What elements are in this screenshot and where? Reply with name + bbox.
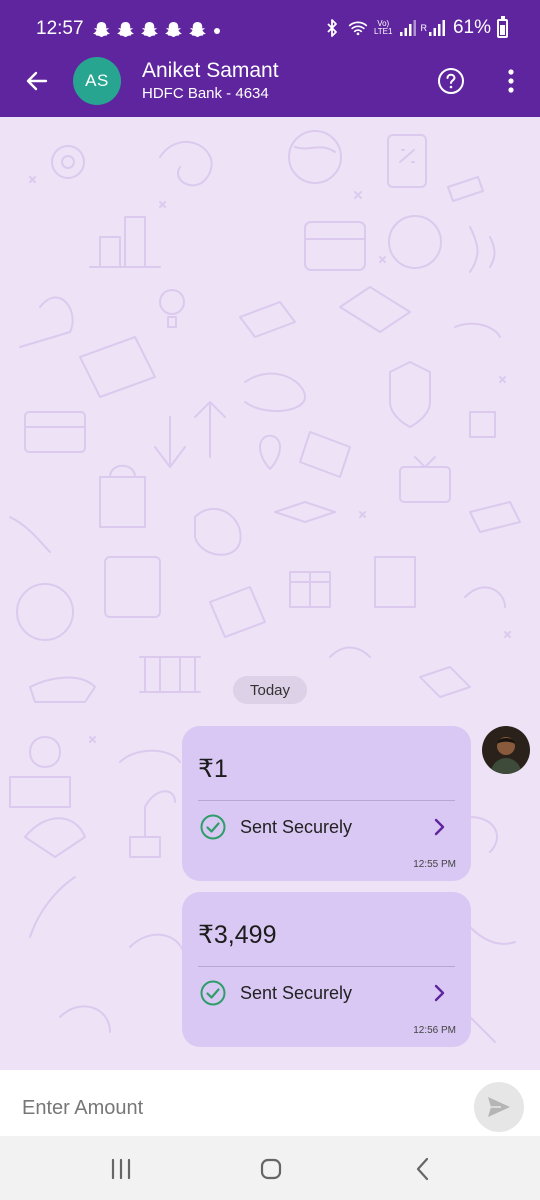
send-button[interactable]: [474, 1082, 524, 1132]
volte-bottom-label: LTE1: [373, 27, 393, 36]
snapchat-icon: [165, 21, 182, 38]
check-circle-icon: [200, 980, 226, 1006]
system-icons: Vo) LTE1 R 61%: [322, 15, 508, 39]
battery-fill: [500, 25, 505, 35]
message-time: 12:56 PM: [413, 1025, 456, 1036]
payment-status: Sent Securely: [240, 817, 353, 837]
amount-input[interactable]: [22, 1088, 442, 1128]
contact-bank-account: HDFC Bank - 4634: [142, 85, 269, 102]
battery-percent: 61%: [452, 17, 491, 38]
snapchat-icon: [117, 21, 134, 38]
divider: [198, 966, 455, 967]
payment-message[interactable]: ₹1 Sent Securely 12:55 PM: [182, 726, 471, 881]
contact-avatar[interactable]: AS: [73, 57, 121, 105]
snapchat-icon: [189, 21, 206, 38]
back-nav-icon[interactable]: [410, 1156, 436, 1182]
wifi-icon: [348, 21, 368, 36]
signal-icon: [400, 20, 417, 36]
bluetooth-icon: [327, 19, 337, 37]
chevron-right-icon[interactable]: [432, 818, 446, 836]
volte-indicator: Vo) LTE1: [374, 20, 393, 36]
more-notifications-dot: [214, 28, 220, 34]
more-vertical-icon[interactable]: [502, 67, 520, 95]
chevron-right-icon[interactable]: [432, 984, 446, 1002]
check-circle-icon: [200, 814, 226, 840]
payment-amount: ₹3,499: [198, 921, 277, 949]
signal-icon: [428, 20, 445, 36]
message-time: 12:55 PM: [413, 859, 456, 870]
notification-icons: [92, 21, 207, 38]
snapchat-icon: [93, 21, 110, 38]
battery-icon: [497, 15, 508, 38]
payment-amount: ₹1: [198, 755, 228, 783]
divider: [198, 800, 455, 801]
amount-input-bar: [0, 1070, 540, 1136]
chat-header: AS Aniket Samant HDFC Bank - 4634: [0, 57, 540, 117]
chat-area[interactable]: Today ₹1 Sent Securely 12:55 PM ₹3,499 S…: [0, 117, 540, 1070]
home-icon[interactable]: [258, 1156, 284, 1182]
status-bar: 12:57 Vo) LTE1 R 61%: [0, 0, 540, 60]
snapchat-icon: [141, 21, 158, 38]
date-separator: Today: [233, 676, 307, 704]
send-icon: [488, 1097, 510, 1117]
help-icon[interactable]: [437, 67, 465, 95]
system-nav-bar: [0, 1136, 540, 1200]
payment-message[interactable]: ₹3,499 Sent Securely 12:56 PM: [182, 892, 471, 1047]
payment-status: Sent Securely: [240, 983, 353, 1003]
sender-avatar[interactable]: [482, 726, 530, 774]
status-time: 12:57: [36, 18, 84, 39]
back-arrow-icon[interactable]: [22, 66, 52, 96]
recent-apps-icon[interactable]: [108, 1156, 134, 1182]
contact-name[interactable]: Aniket Samant: [142, 59, 279, 83]
